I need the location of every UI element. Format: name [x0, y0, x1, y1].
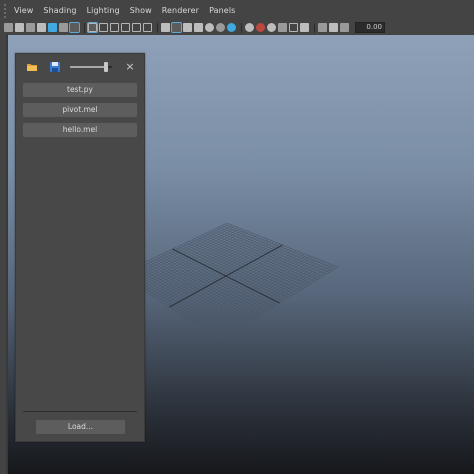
- opacity-slider-handle[interactable]: [103, 62, 108, 72]
- wireframe-on-shaded-icon[interactable]: [183, 23, 192, 32]
- safe-action-icon[interactable]: [143, 23, 152, 32]
- image-plane-icon[interactable]: [37, 23, 46, 32]
- isolate-select-icon[interactable]: [278, 23, 287, 32]
- wireframe-icon[interactable]: [161, 23, 170, 32]
- color-management-icon[interactable]: [340, 23, 349, 32]
- two-d-pan-zoom-icon[interactable]: [48, 23, 57, 32]
- menu-shading[interactable]: Shading: [43, 6, 76, 15]
- gate-mask-icon[interactable]: [121, 23, 130, 32]
- viewport-toolbar: 0.00: [0, 21, 474, 34]
- motion-blur-icon[interactable]: [245, 23, 254, 32]
- save-icon[interactable]: [49, 61, 61, 73]
- menubar-grip[interactable]: [4, 3, 10, 18]
- panel-menubar: View Shading Lighting Show Renderer Pane…: [0, 0, 474, 21]
- toolbar-separator: [157, 22, 158, 33]
- script-launcher-panel: × test.py pivot.mel hello.mel Load...: [15, 53, 145, 442]
- lights-icon[interactable]: [205, 23, 214, 32]
- script-button-hello-mel[interactable]: hello.mel: [23, 123, 137, 137]
- panel-divider: [23, 411, 137, 412]
- folder-open-icon[interactable]: [26, 61, 38, 73]
- script-button-pivot-mel[interactable]: pivot.mel: [23, 103, 137, 117]
- xray-icon[interactable]: [289, 23, 298, 32]
- camera-attributes-icon[interactable]: [15, 23, 24, 32]
- toolbar-separator: [241, 22, 242, 33]
- opacity-slider-fill: [70, 66, 106, 68]
- multisample-icon[interactable]: [256, 23, 265, 32]
- menu-view[interactable]: View: [14, 6, 33, 15]
- field-chart-icon[interactable]: [132, 23, 141, 32]
- toolbar-separator: [314, 22, 315, 33]
- pencil-icon[interactable]: [69, 22, 80, 33]
- exposure-field[interactable]: 0.00: [355, 22, 385, 33]
- panel-header: ×: [16, 54, 144, 82]
- xray-joints-icon[interactable]: [300, 23, 309, 32]
- maya-viewport-window: View Shading Lighting Show Renderer Pane…: [0, 0, 474, 474]
- grease-pencil-icon[interactable]: [59, 23, 68, 32]
- menu-lighting[interactable]: Lighting: [87, 6, 120, 15]
- smooth-shade-icon[interactable]: [171, 22, 182, 33]
- menu-renderer[interactable]: Renderer: [162, 6, 199, 15]
- ambient-occlusion-icon[interactable]: [227, 23, 236, 32]
- script-button-test-py[interactable]: test.py: [23, 83, 137, 97]
- exposure-icon[interactable]: [318, 23, 327, 32]
- grid-icon[interactable]: [87, 22, 98, 33]
- menu-show[interactable]: Show: [130, 6, 152, 15]
- close-icon[interactable]: ×: [124, 60, 136, 74]
- toolbar-separator: [84, 22, 85, 33]
- film-gate-icon[interactable]: [99, 23, 108, 32]
- gamma-icon[interactable]: [329, 23, 338, 32]
- camera-select-icon[interactable]: [4, 23, 13, 32]
- menu-panels[interactable]: Panels: [209, 6, 235, 15]
- load-button[interactable]: Load...: [36, 420, 125, 434]
- textured-icon[interactable]: [194, 23, 203, 32]
- depth-of-field-icon[interactable]: [267, 23, 276, 32]
- resolution-gate-icon[interactable]: [110, 23, 119, 32]
- bookmark-icon[interactable]: [26, 23, 35, 32]
- shadows-icon[interactable]: [216, 23, 225, 32]
